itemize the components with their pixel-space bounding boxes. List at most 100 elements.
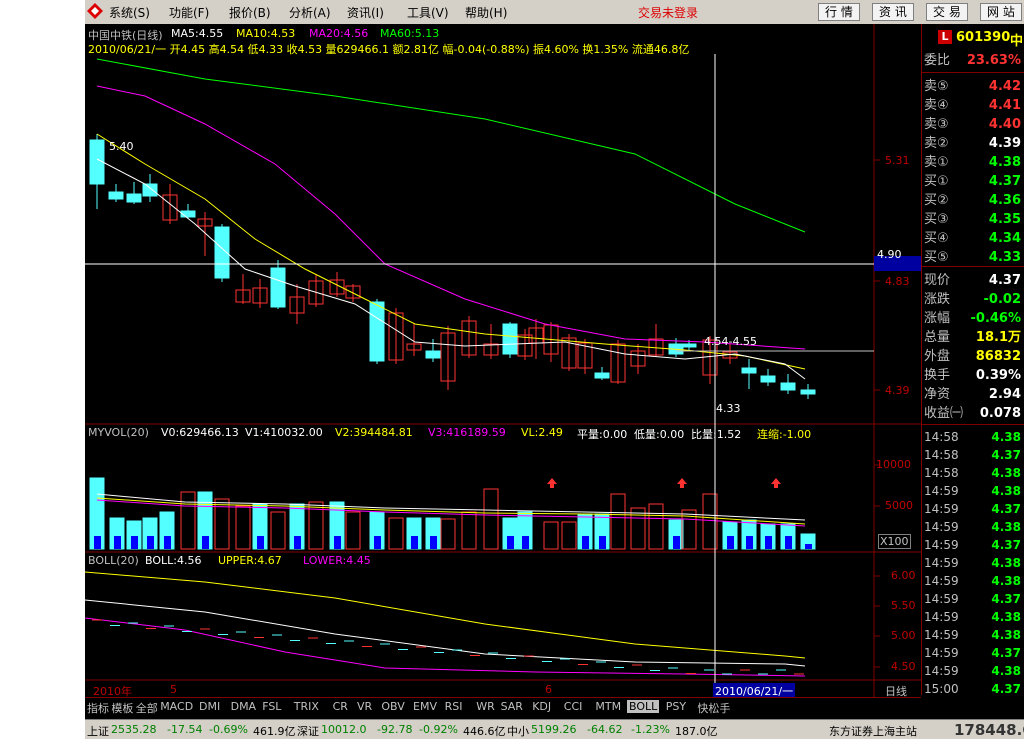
indicator-tab-5[interactable]: DMA [231,700,257,713]
vol-v2: V2:394484.81 [335,426,413,439]
menu-tools[interactable]: 工具(V) [407,4,449,21]
level-price: 4.34 [988,231,1021,246]
date-june: 6 [545,683,552,696]
sell-level[interactable]: 卖③ 4.40 [922,116,1024,134]
stat-value: -0.02 [983,292,1021,307]
boll-title: BOLL(20) [88,554,139,567]
menu-system[interactable]: 系统(S) [109,4,150,21]
indicator-tab-7[interactable]: TRIX [294,700,319,713]
indicator-tab-15[interactable]: KDJ [532,700,551,713]
buy-level[interactable]: 买① 4.37 [922,173,1024,191]
tick-time: 14:58 [924,448,959,462]
axis-label-439: 4.39 [885,384,910,397]
sell-level[interactable]: 卖④ 4.41 [922,97,1024,115]
vol-v3: V3:416189.59 [428,426,506,439]
chart-area[interactable] [85,24,921,697]
indicator-tab-13[interactable]: WR [476,700,495,713]
indicator-tab-16[interactable]: CCI [564,700,583,713]
tick-time: 14:59 [924,574,959,588]
crosshair-price-label: 4.54-4.55 [704,335,757,348]
sell-level[interactable]: 卖② 4.39 [922,135,1024,153]
level-price: 4.36 [988,193,1021,208]
volume-sub-bar [582,536,589,549]
indicator-tab-14[interactable]: SAR [501,700,523,713]
menu-info[interactable]: 资讯(I) [347,4,384,21]
candle-body [108,191,124,200]
stat-value: 0.078 [979,406,1021,421]
tick-time: 14:59 [924,520,959,534]
indicator-tab-0[interactable]: 指标 [87,700,109,716]
stat-value: 4.37 [988,273,1021,288]
indicator-tab-8[interactable]: CR [333,700,348,713]
indicator-tab-10[interactable]: OBV [381,700,404,713]
indicator-tab-4[interactable]: DMI [199,700,220,713]
level-price: 4.40 [988,117,1021,132]
volume-sub-bar [430,536,437,549]
indicator-tab-11[interactable]: EMV [413,700,437,713]
buy-level[interactable]: 买③ 4.35 [922,211,1024,229]
indicator-tab-6[interactable]: FSL [262,700,281,713]
volume-sub-bar [257,536,264,549]
level-label: 卖① [924,155,949,170]
sh-index-value: 2535.28 [111,723,157,736]
broker-name[interactable]: 东方证券上海主站 [829,723,917,739]
menu-help[interactable]: 帮助(H) [465,4,507,21]
indicator-tab-18[interactable]: BOLL [627,700,660,713]
buy-level[interactable]: 买⑤ 4.33 [922,249,1024,267]
indicator-tab-1[interactable]: 模板 [111,700,133,716]
volume-sub-bar [765,536,772,549]
news-button[interactable]: 资 讯 [872,3,914,21]
vol-low: 低量:0.00 [634,428,685,441]
menu-analysis[interactable]: 分析(A) [289,4,331,21]
tick-price: 4.38 [991,664,1021,678]
stat-label: 现价 [924,273,951,288]
zx-index-pct: -1.23% [631,723,670,736]
menu-quote[interactable]: 报价(B) [229,4,271,21]
indicator-tab-20[interactable]: 快松手 [697,700,730,716]
market-button[interactable]: 行 情 [818,3,860,21]
indicator-tab-2[interactable]: 全部 [136,700,158,716]
vol-title: MYVOL(20) [88,426,149,439]
tick-time: 14:59 [924,592,959,606]
stock-name: 中 [1010,34,1024,49]
tick-price: 4.37 [991,646,1021,660]
menu-function[interactable]: 功能(F) [169,4,209,21]
buy-level[interactable]: 买② 4.36 [922,192,1024,210]
tick-time: 14:58 [924,430,959,444]
buy-level[interactable]: 买④ 4.34 [922,230,1024,248]
candle-body [502,323,518,355]
tick-price: 4.38 [991,574,1021,588]
tick-price: 4.38 [991,484,1021,498]
sz-index-pct: -0.92% [419,723,458,736]
indicator-tab-3[interactable]: MACD [160,700,193,713]
login-status[interactable]: 交易未登录 [638,4,698,21]
level-price: 4.42 [988,79,1021,94]
indicator-tab-17[interactable]: MTM [595,700,621,713]
candle-body [126,193,142,203]
sell-level[interactable]: 卖① 4.38 [922,154,1024,172]
tick-time: 14:58 [924,466,959,480]
stat-label: 外盘 [924,349,951,364]
vol-axis-5000: 5000 [885,499,913,512]
sell-level[interactable]: 卖⑤ 4.42 [922,78,1024,96]
menu-bar: 系统(S) 功能(F) 报价(B) 分析(A) 资讯(I) 工具(V) 帮助(H… [85,0,1024,25]
tick-time: 14:59 [924,484,959,498]
ma10-label: MA10:4.53 [236,27,296,40]
axis-label-483: 4.83 [885,275,910,288]
stat-row: 现价 4.37 [922,272,1024,290]
stat-row: 外盘 86832 [922,348,1024,366]
vol-v1: V1:410032.00 [245,426,323,439]
website-button[interactable]: 网 站 [980,3,1022,21]
indicator-tab-19[interactable]: PSY [666,700,686,713]
indicator-tab-12[interactable]: RSI [445,700,463,713]
volume-sub-bar [147,536,154,549]
sh-index-label: 上证 [87,725,109,738]
candle-body [780,382,796,391]
candle-body [741,367,757,374]
tick-price: 4.38 [991,628,1021,642]
vol-flat: 平量:0.00 [577,428,628,441]
stat-label: 换手 [924,368,951,383]
trade-button[interactable]: 交 易 [926,3,968,21]
indicator-tab-9[interactable]: VR [357,700,372,713]
volume-sub-bar [164,536,171,549]
